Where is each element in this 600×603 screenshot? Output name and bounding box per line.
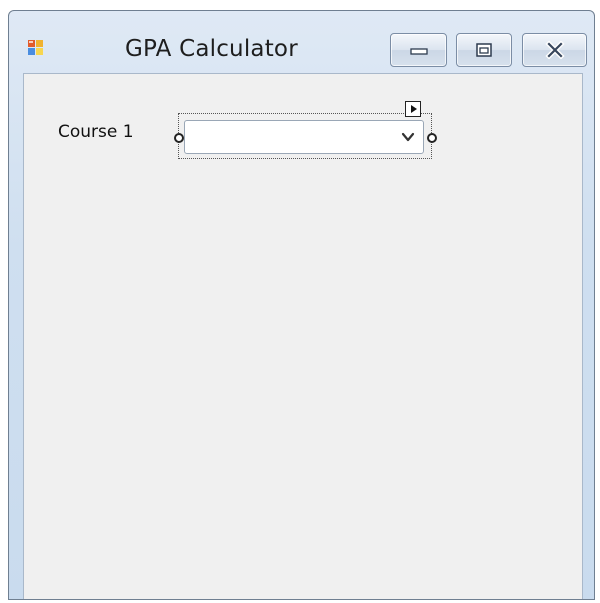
window-title: GPA Calculator: [125, 36, 298, 62]
resize-handle-right[interactable]: [427, 133, 437, 143]
maximize-icon: [476, 43, 492, 57]
windows-form-icon[interactable]: [27, 39, 45, 57]
minimize-button[interactable]: [390, 33, 447, 67]
smart-tag-button[interactable]: [405, 101, 421, 117]
course-1-combobox[interactable]: [184, 120, 424, 154]
chevron-down-icon[interactable]: [401, 131, 415, 143]
course-1-label: Course 1: [58, 122, 134, 142]
smart-tag-arrow-icon: [411, 105, 417, 113]
maximize-button[interactable]: [456, 33, 512, 67]
minimize-icon: [409, 48, 428, 55]
resize-handle-left[interactable]: [174, 133, 184, 143]
app-window: GPA Calculator Course 1: [8, 10, 595, 600]
close-button[interactable]: [522, 33, 587, 67]
close-icon: [544, 41, 565, 59]
title-bar[interactable]: GPA Calculator: [9, 11, 594, 73]
form-client-area: Course 1: [23, 73, 583, 599]
